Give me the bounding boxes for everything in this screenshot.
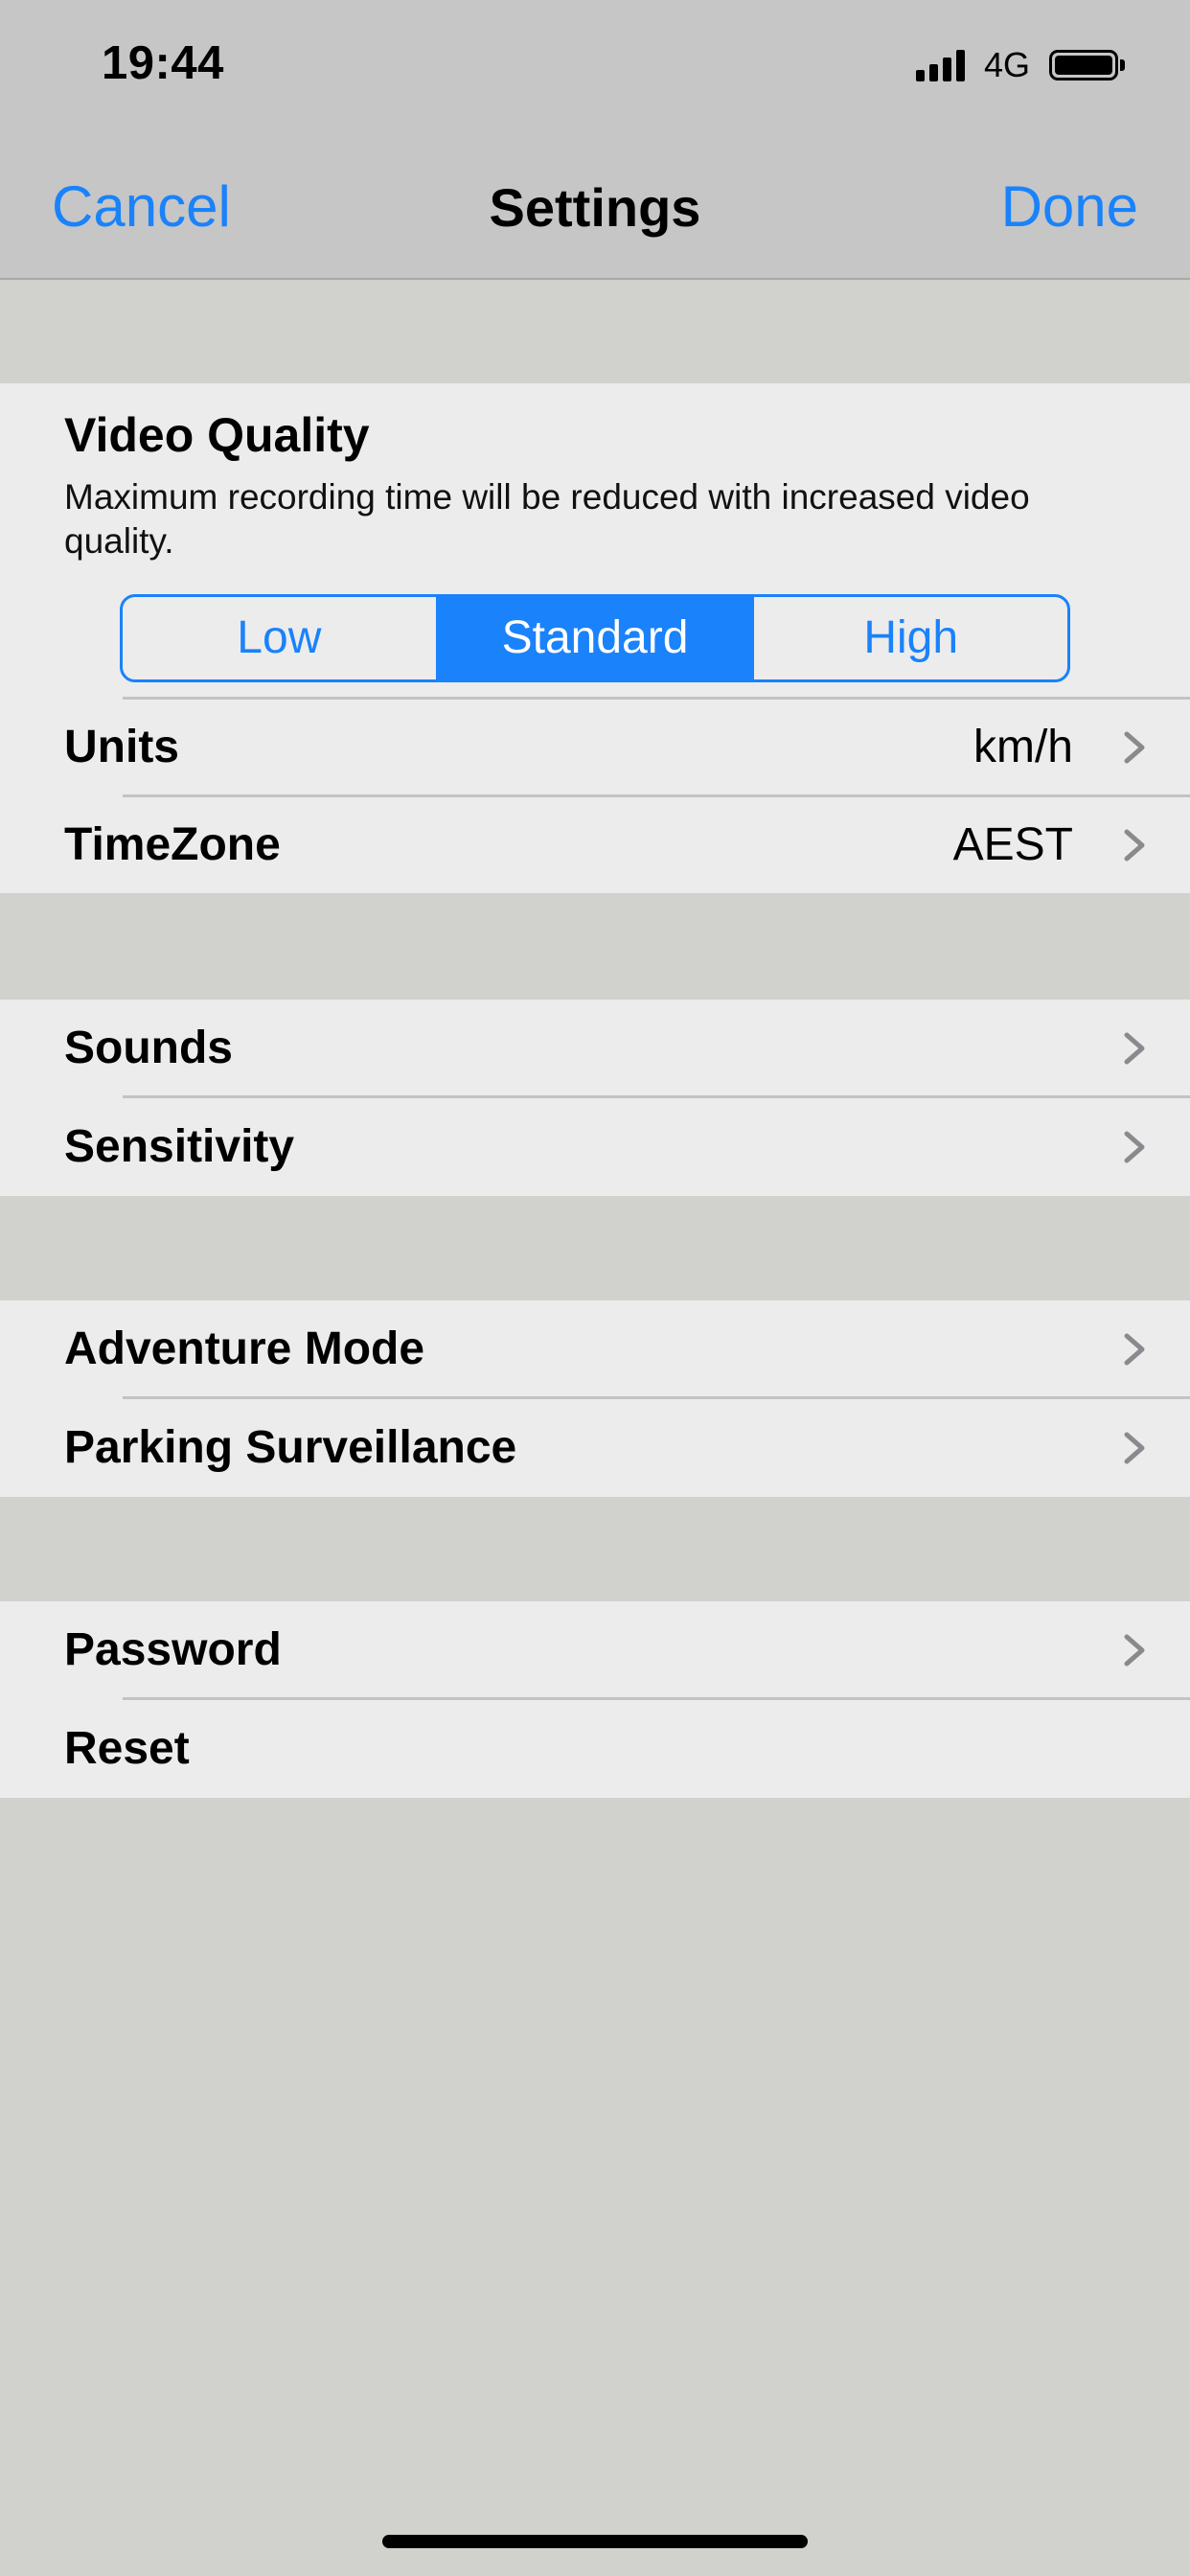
timezone-label: TimeZone bbox=[64, 819, 281, 870]
units-label: Units bbox=[64, 722, 179, 772]
chevron-right-icon bbox=[1124, 1131, 1145, 1163]
navigation-bar: 19:44 4G Cancel Settings Done bbox=[0, 0, 1190, 280]
quality-option-standard[interactable]: Standard bbox=[435, 597, 752, 679]
settings-group-modes: Adventure Mode Parking Surveillance bbox=[0, 1300, 1190, 1497]
chevron-right-icon bbox=[1124, 1634, 1145, 1667]
timezone-row[interactable]: TimeZone AEST bbox=[0, 796, 1190, 894]
sounds-label: Sounds bbox=[64, 1023, 233, 1073]
password-row[interactable]: Password bbox=[0, 1601, 1190, 1699]
parking-surveillance-row[interactable]: Parking Surveillance bbox=[0, 1399, 1190, 1497]
settings-group-general: Video Quality Maximum recording time wil… bbox=[0, 383, 1190, 893]
chevron-right-icon bbox=[1124, 731, 1145, 764]
parking-surveillance-label: Parking Surveillance bbox=[64, 1422, 517, 1473]
settings-group-alerts: Sounds Sensitivity bbox=[0, 1000, 1190, 1196]
video-quality-segmented-control[interactable]: Low Standard High bbox=[120, 594, 1070, 682]
units-value: km/h bbox=[973, 722, 1073, 772]
battery-cap bbox=[1120, 59, 1125, 71]
settings-group-security: Password Reset bbox=[0, 1601, 1190, 1798]
reset-label: Reset bbox=[64, 1723, 190, 1774]
reset-row[interactable]: Reset bbox=[0, 1700, 1190, 1798]
quality-option-low[interactable]: Low bbox=[123, 597, 436, 679]
home-indicator[interactable] bbox=[382, 2535, 808, 2548]
battery-icon bbox=[1049, 50, 1118, 80]
timezone-value: AEST bbox=[952, 819, 1073, 870]
status-indicators: 4G bbox=[915, 45, 1125, 84]
sensitivity-label: Sensitivity bbox=[64, 1121, 295, 1172]
units-row[interactable]: Units km/h bbox=[0, 699, 1190, 796]
done-button[interactable]: Done bbox=[1001, 172, 1138, 242]
video-quality-description: Maximum recording time will be reduced w… bbox=[64, 477, 1030, 561]
chevron-right-icon bbox=[1124, 829, 1145, 862]
sensitivity-row[interactable]: Sensitivity bbox=[0, 1098, 1190, 1196]
sounds-row[interactable]: Sounds bbox=[0, 1000, 1190, 1097]
adventure-mode-row[interactable]: Adventure Mode bbox=[0, 1300, 1190, 1398]
chevron-right-icon bbox=[1124, 1432, 1145, 1464]
network-label: 4G bbox=[983, 45, 1030, 84]
chevron-right-icon bbox=[1124, 1333, 1145, 1366]
chevron-right-icon bbox=[1124, 1032, 1145, 1065]
adventure-mode-label: Adventure Mode bbox=[64, 1323, 425, 1374]
password-label: Password bbox=[64, 1624, 282, 1675]
signal-icon bbox=[915, 49, 965, 81]
quality-option-high[interactable]: High bbox=[751, 597, 1067, 679]
status-time: 19:44 bbox=[102, 37, 224, 89]
video-quality-title: Video Quality bbox=[64, 408, 370, 462]
